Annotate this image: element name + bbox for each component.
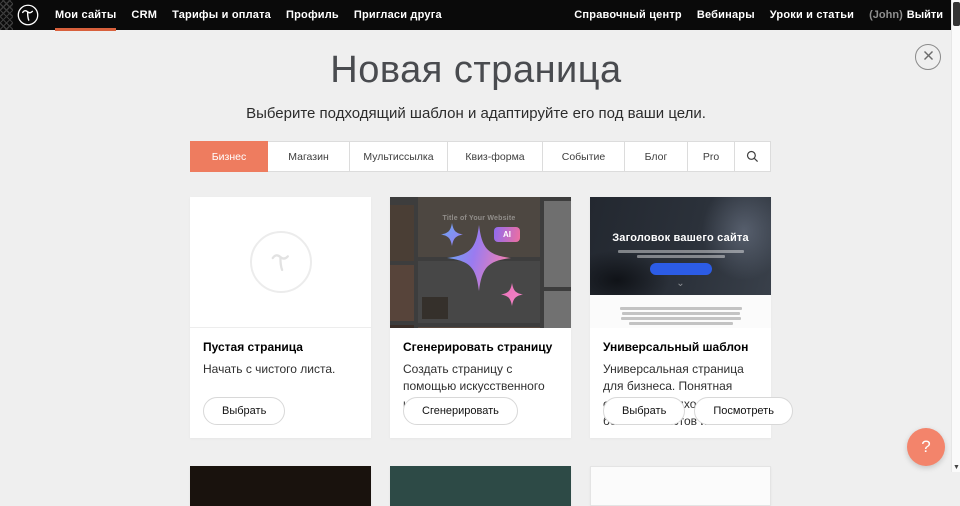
template-card-blank-page[interactable]: Пустая страница Начать с чистого листа. … [190,197,371,438]
template-card-universal[interactable]: Заголовок вашего сайта ⌄ Универсальный ш… [590,197,771,438]
tilda-watermark-icon [250,231,312,293]
chevron-down-icon: ⌄ [590,279,771,289]
generate-button[interactable]: Сгенерировать [403,397,518,425]
page-title: Новая страница [0,49,952,92]
card-description: Начать с чистого листа. [203,361,358,378]
help-button[interactable]: ? [907,428,945,466]
tab-business[interactable]: Бизнес [190,141,268,172]
tab-multilink[interactable]: Мультиссылка [350,141,448,172]
hero-text-line [618,250,744,253]
search-icon [746,150,759,163]
logout-link[interactable]: Выйти [907,0,943,30]
topbar: Мои сайты CRM Тарифы и оплата Профиль Пр… [0,0,960,30]
choose-universal-button[interactable]: Выбрать [603,397,685,425]
nav-item-tariffs[interactable]: Тарифы и оплата [172,0,271,30]
search-tab[interactable] [735,141,771,172]
preview-universal-button[interactable]: Посмотреть [694,397,793,425]
template-hero: Заголовок вашего сайта ⌄ [590,197,771,295]
blank-page-preview [190,197,371,328]
tab-quiz-form[interactable]: Квиз-форма [448,141,543,172]
template-hero-heading: Заголовок вашего сайта [590,232,771,244]
page-subtitle: Выберите подходящий шаблон и адаптируйте… [0,105,952,122]
body-text-line [621,317,741,320]
template-text-section [590,295,771,328]
ai-badge: AI [494,227,520,242]
template-category-tabs: Бизнес Магазин Мультиссылка Квиз-форма С… [190,141,771,172]
topbar-nav-left: Мои сайты CRM Тарифы и оплата Профиль Пр… [55,0,442,30]
nav-item-profile[interactable]: Профиль [286,0,339,30]
body-text-line [620,307,742,310]
decorative-pattern-strip [0,0,13,30]
template-card-ai-generate[interactable]: Title of Your Website [390,197,571,438]
close-icon [923,48,934,66]
thumb-tile [544,201,571,287]
scrollbar-down-arrow[interactable]: ▼ [952,464,960,472]
tab-pro[interactable]: Pro [688,141,735,172]
nav-item-my-sites[interactable]: Мои сайты [55,0,116,30]
card-body: Пустая страница Начать с чистого листа. … [190,328,371,438]
hero-cta-button [650,263,712,275]
nav-item-lessons[interactable]: Уроки и статьи [770,0,854,30]
body-text-line [622,312,740,315]
card-title: Пустая страница [203,340,358,354]
tab-blog[interactable]: Блог [625,141,688,172]
nav-item-webinars[interactable]: Вебинары [697,0,755,30]
thumb-tile [544,291,571,328]
template-card-partial[interactable] [590,466,771,506]
template-card-partial[interactable] [390,466,571,506]
choose-blank-button[interactable]: Выбрать [203,397,285,425]
topbar-nav-right: Справочный центр Вебинары Уроки и статьи… [574,0,943,30]
card-title: Сгенерировать страницу [403,340,558,354]
card-body: Универсальный шаблон Универсальная стран… [590,328,771,438]
ai-generate-preview: Title of Your Website [390,197,571,328]
tab-shop[interactable]: Магазин [268,141,350,172]
nav-item-help-center[interactable]: Справочный центр [574,0,682,30]
thumb-tile [390,265,414,321]
scrollbar-thumb[interactable] [953,2,960,26]
nav-item-invite-friend[interactable]: Пригласи друга [354,0,442,30]
user-name: (John) [869,0,903,30]
user-logout[interactable]: (John) Выйти [869,0,943,30]
card-title: Универсальный шаблон [603,340,758,354]
ai-sparkle-icon [418,207,542,322]
tab-event[interactable]: Событие [543,141,625,172]
close-button[interactable] [915,44,941,70]
tilda-logo-icon[interactable] [17,4,39,26]
thumb-tile [390,205,414,261]
template-card-partial[interactable] [190,466,371,506]
universal-template-preview: Заголовок вашего сайта ⌄ [590,197,771,328]
body-text-line [629,322,733,325]
nav-item-crm[interactable]: CRM [131,0,157,30]
card-body: Сгенерировать страницу Создать страницу … [390,328,571,438]
hero-text-line [637,255,725,258]
scrollbar-track[interactable]: ▼ [951,0,960,472]
